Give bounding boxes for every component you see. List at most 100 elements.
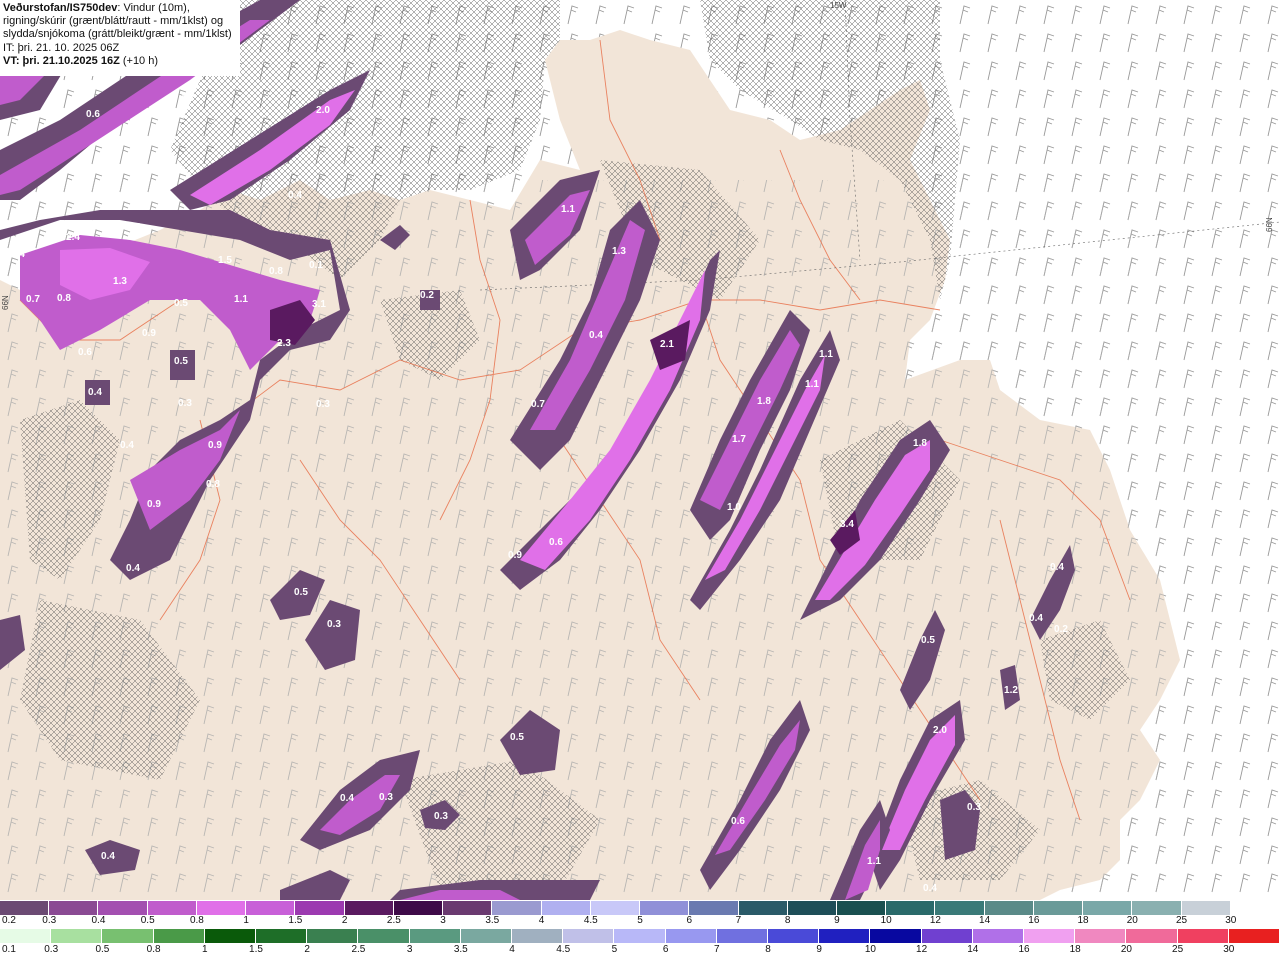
scale-label: 9 (816, 944, 822, 955)
scale-swatch (590, 901, 641, 915)
precipitation-value-label: 0.8 (57, 293, 71, 304)
rain-color-scale (0, 929, 1280, 943)
scale-swatch (689, 901, 739, 915)
precipitation-value-label: 1.3 (113, 276, 127, 287)
info-title-rest: : Vindur (10m), (117, 2, 190, 14)
precipitation-value-label: 1.3 (612, 246, 626, 257)
scale-swatch (344, 901, 394, 915)
scale-label: 2.5 (386, 915, 401, 926)
precipitation-value-label: 0.5 (294, 587, 308, 598)
scale-swatch (204, 929, 257, 943)
scale-label: 30 (1223, 944, 1235, 955)
precipitation-value-label: 0.3 (379, 792, 393, 803)
precipitation-value-label: 0.6 (86, 109, 100, 120)
scale-swatch (358, 929, 410, 943)
precipitation-value-label: 0.2 (1054, 624, 1068, 635)
scale-swatch (409, 929, 461, 943)
scale-swatch (1024, 929, 1076, 943)
scale-label: 3 (440, 915, 446, 926)
scale-label: 4.5 (556, 944, 571, 955)
scale-swatch (443, 901, 493, 915)
precipitation-value-label: 2.1 (660, 339, 674, 350)
scale-label: 5 (637, 915, 643, 926)
scale-swatch (307, 929, 359, 943)
precipitation-value-label: 1.2 (1004, 685, 1018, 696)
precipitation-value-label: 0.1 (309, 260, 323, 271)
scale-label: 8 (784, 915, 791, 926)
precipitation-value-label: 1.0 (727, 502, 741, 513)
precipitation-value-label: 2.4 (66, 232, 80, 243)
scale-label: 9 (834, 915, 840, 926)
precipitation-value-label: 1.7 (180, 91, 194, 102)
scale-label: 7 (735, 915, 742, 926)
scale-swatch (972, 929, 1025, 943)
precipitation-value-label: 0.4 (923, 883, 937, 894)
scale-swatch (1228, 929, 1280, 943)
scale-label: 0.3 (42, 915, 57, 926)
scale-label: 0.2 (2, 915, 16, 926)
scale-swatch (153, 929, 205, 943)
scale-label: 10 (864, 944, 876, 955)
precipitation-value-label: 0.3 (434, 811, 448, 822)
precipitation-value-label: 0.4 (1050, 562, 1064, 573)
scale-swatch (787, 901, 837, 915)
snow-color-scale (0, 901, 1280, 915)
precipitation-value-label: 0.6 (731, 816, 745, 827)
scale-label: 16 (1018, 944, 1030, 955)
scale-swatch (738, 901, 788, 915)
scale-swatch (614, 929, 666, 943)
scale-label: 4.5 (583, 915, 598, 926)
scale-label: 3 (406, 944, 413, 955)
issue-time: IT: þri. 21. 10. 2025 06Z (3, 41, 120, 54)
precipitation-value-label: 2.0 (933, 725, 947, 736)
precipitation-value-label: 2.3 (277, 338, 291, 349)
scale-swatch (984, 901, 1034, 915)
scale-swatch (886, 901, 936, 915)
precipitation-value-label: 0.8 (127, 222, 141, 233)
lead-time: (+10 h) (119, 54, 159, 67)
scale-label: 1.5 (288, 915, 303, 926)
scale-swatch (541, 901, 591, 915)
scale-label: 10 (880, 915, 892, 926)
latitude-label-right: 66N (1265, 217, 1274, 232)
scale-swatch (393, 901, 444, 915)
precipitation-value-label: 1.1 (867, 856, 881, 867)
precipitation-value-label: 0.4 (101, 851, 115, 862)
scale-label: 5 (611, 944, 618, 955)
precipitation-value-label: 0.7 (531, 399, 545, 410)
precipitation-value-label: 0.4 (589, 330, 603, 341)
scale-label: 7 (714, 944, 720, 955)
scale-swatch (196, 901, 247, 915)
scale-label: 25 (1172, 944, 1184, 955)
scale-label: 1 (202, 944, 208, 955)
scale-label: 14 (967, 944, 979, 955)
forecast-map[interactable]: 1.7 0.6 2.0 0.4 2.4 0.8 1.4 1.5 1.3 0.8 0.1 0.7 0.8 3… (0, 0, 1280, 900)
scale-label: 14 (979, 915, 991, 926)
precipitation-value-label: 0.4 (340, 793, 354, 804)
scale-label: 20 (1120, 944, 1132, 955)
scale-label: 1 (243, 915, 249, 926)
precipitation-value-label: 1.4 (11, 249, 25, 260)
scale-swatch (563, 929, 615, 943)
scale-swatch (49, 901, 99, 915)
scale-swatch (665, 929, 717, 943)
scale-swatch (1181, 901, 1231, 915)
scale-label: 12 (929, 915, 941, 926)
precipitation-value-label: 0.8 (206, 479, 220, 490)
precipitation-value-label: 0.9 (508, 550, 522, 561)
precipitation-value-label: 0.4 (88, 387, 102, 398)
scale-swatch (460, 929, 513, 943)
scale-label: 0.8 (189, 915, 204, 926)
scale-swatch (0, 901, 50, 915)
scale-label: 0.1 (2, 944, 16, 955)
precipitation-value-label: 0.5 (921, 635, 935, 646)
scale-swatch (51, 929, 103, 943)
scale-label: 2.5 (351, 944, 366, 955)
precipitation-value-label: 0.3 (178, 398, 192, 409)
scale-swatch (1132, 901, 1182, 915)
scale-swatch (102, 929, 154, 943)
scale-swatch (1230, 901, 1280, 915)
agency-name: Veðurstofan/IS750dev (3, 2, 118, 14)
scale-label: 4 (538, 915, 545, 926)
precipitation-value-label: 0.5 (174, 356, 188, 367)
